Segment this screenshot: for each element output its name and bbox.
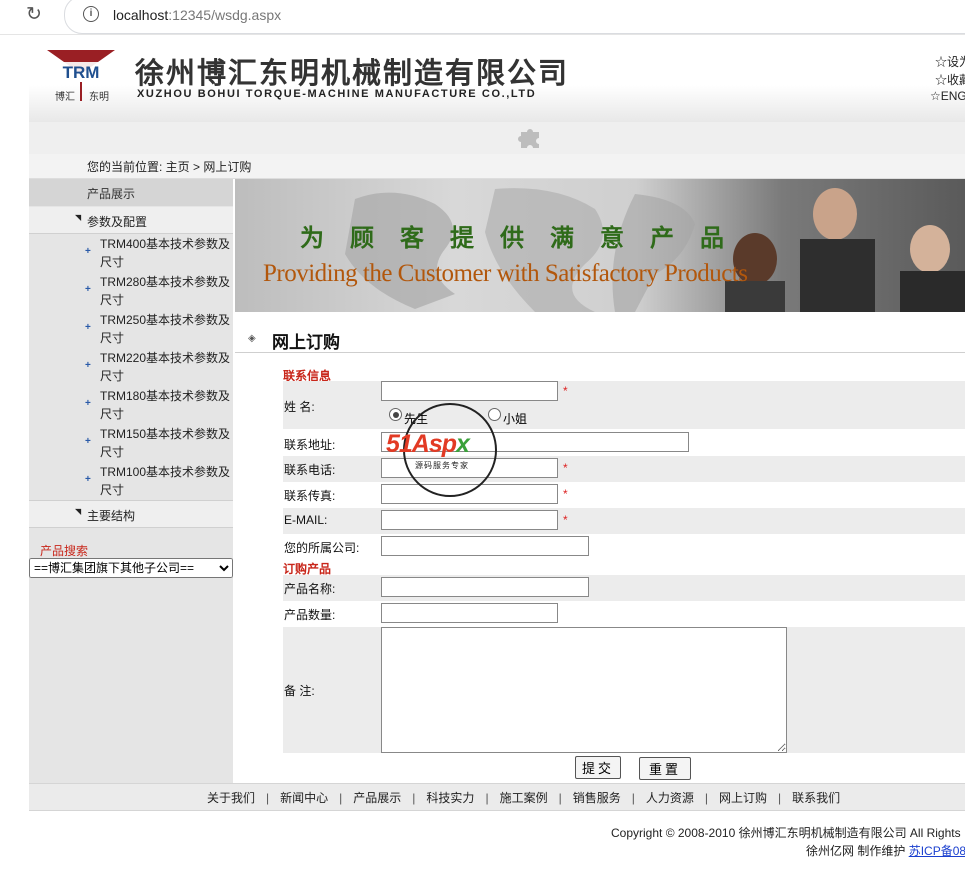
- url-path: :12345/wsdg.aspx: [168, 7, 282, 23]
- company-input[interactable]: [381, 536, 589, 556]
- footer-link-sales[interactable]: 销售服务: [573, 791, 621, 805]
- set-homepage-link[interactable]: ☆设为: [935, 53, 965, 70]
- company-label: 您的所属公司:: [284, 541, 360, 555]
- email-label: E-MAIL:: [284, 513, 328, 527]
- url-host: localhost: [113, 7, 169, 23]
- plus-icon: +: [85, 474, 91, 485]
- product-name-input[interactable]: [381, 577, 589, 597]
- page-title: 网上订购: [272, 333, 340, 352]
- sidebar-category-params[interactable]: ◥ 参数及配置: [29, 207, 233, 234]
- maintainer-label: 徐州亿网 制作维护: [806, 844, 906, 858]
- footer-link-order[interactable]: 网上订购: [719, 791, 767, 805]
- sidebar-category-label: 参数及配置: [87, 215, 148, 229]
- gender-male-radio[interactable]: [389, 408, 402, 421]
- url-text[interactable]: localhost:12345/wsdg.aspx: [113, 7, 281, 23]
- nav-separator: |: [266, 791, 270, 805]
- maintainer-text: 徐州亿网 制作维护 苏ICP备08: [806, 842, 965, 859]
- required-mark: *: [563, 461, 568, 475]
- reload-icon[interactable]: ↻: [26, 5, 46, 25]
- icp-link[interactable]: 苏ICP备08: [909, 844, 965, 858]
- phone-label: 联系电话:: [284, 463, 336, 477]
- notes-textarea[interactable]: [381, 627, 787, 753]
- name-input[interactable]: [381, 381, 558, 401]
- copyright-text: Copyright © 2008-2010 徐州博汇东明机械制造有限公司 All…: [611, 826, 961, 840]
- nav-separator: |: [778, 791, 782, 805]
- sidebar-category-structure[interactable]: ◥ 主要结构: [29, 500, 233, 528]
- sidebar-item-trm180[interactable]: TRM180基本技术参数及尺寸: [100, 387, 230, 423]
- plus-icon: +: [85, 246, 91, 257]
- arrow-icon: ◥: [75, 507, 82, 516]
- product-qty-input[interactable]: [381, 603, 558, 623]
- nav-separator: |: [412, 791, 416, 805]
- company-logo: TRM 博汇 东明: [47, 50, 115, 103]
- header-band: [29, 122, 965, 154]
- sidebar-item-trm400[interactable]: TRM400基本技术参数及尺寸: [100, 235, 230, 271]
- product-search-label: 产品搜索: [40, 544, 89, 558]
- footer-link-contact[interactable]: 联系我们: [792, 791, 840, 805]
- info-icon[interactable]: i: [83, 6, 99, 22]
- plus-icon: +: [85, 322, 91, 333]
- arrow-icon: ◥: [75, 213, 82, 222]
- gender-female-radio[interactable]: [488, 408, 501, 421]
- plus-icon: +: [85, 360, 91, 371]
- english-link[interactable]: ☆ENG: [930, 89, 965, 103]
- notes-label: 备 注:: [284, 684, 315, 698]
- footer-link-cases[interactable]: 施工案例: [500, 791, 548, 805]
- required-mark: *: [563, 384, 568, 398]
- plus-icon: +: [85, 398, 91, 409]
- reset-button[interactable]: 重置: [639, 757, 691, 780]
- bullet-icon: ◈: [248, 333, 256, 344]
- nav-separator: |: [485, 791, 489, 805]
- gender-female-label: 小姐: [503, 412, 528, 426]
- footer-nav: 关于我们 | 新闻中心 | 产品展示 | 科技实力 | 施工案例 | 销售服务 | 人力资源 | 网上订购 |…: [207, 789, 840, 806]
- watermark-logo: 51Aspx: [386, 430, 470, 459]
- footer-link-news[interactable]: 新闻中心: [280, 791, 328, 805]
- banner-slogan-cn: 为顾客提供满意产品: [300, 223, 750, 252]
- subsidiary-select[interactable]: ==博汇集团旗下其他子公司==: [29, 558, 233, 578]
- footer-link-about[interactable]: 关于我们: [207, 791, 255, 805]
- sidebar-title: 产品展示: [87, 187, 136, 201]
- banner-slogan-en: Providing the Customer with Satisfactory…: [263, 260, 748, 287]
- footer-link-products[interactable]: 产品展示: [353, 791, 401, 805]
- company-name-cn: 徐州博汇东明机械制造有限公司: [135, 56, 570, 90]
- nav-separator: |: [631, 791, 635, 805]
- watermark-brand: 51Asp: [386, 430, 457, 458]
- nav-separator: |: [704, 791, 708, 805]
- footer-link-hr[interactable]: 人力资源: [646, 791, 694, 805]
- sidebar-item-trm280[interactable]: TRM280基本技术参数及尺寸: [100, 273, 230, 309]
- address-label: 联系地址:: [284, 438, 336, 452]
- breadcrumb: 您的当前位置: 主页 > 网上订购: [87, 160, 252, 174]
- logo-sub-left: 博汇: [55, 90, 75, 103]
- logo-sub-right: 东明: [89, 90, 109, 103]
- sidebar-item-trm250[interactable]: TRM250基本技术参数及尺寸: [100, 311, 230, 347]
- add-favorite-link[interactable]: ☆收藏: [935, 71, 965, 88]
- watermark-subtitle: 源码服务专家: [415, 461, 469, 470]
- submit-button[interactable]: 提交: [575, 756, 621, 779]
- required-mark: *: [563, 513, 568, 527]
- logo-text: TRM: [63, 63, 100, 82]
- nav-separator: |: [558, 791, 562, 805]
- watermark-brand-x: x: [456, 430, 470, 458]
- product-qty-label: 产品数量:: [284, 608, 336, 622]
- sidebar-item-trm150[interactable]: TRM150基本技术参数及尺寸: [100, 425, 230, 461]
- sidebar-item-trm100[interactable]: TRM100基本技术参数及尺寸: [100, 463, 230, 499]
- sidebar-category-label: 主要结构: [87, 509, 136, 523]
- plus-icon: +: [85, 436, 91, 447]
- company-name-en: XUZHOU BOHUI TORQUE-MACHINE MANUFACTURE …: [137, 88, 537, 100]
- section-divider: [235, 352, 965, 353]
- required-mark: *: [563, 487, 568, 501]
- footer-link-technology[interactable]: 科技实力: [426, 791, 474, 805]
- product-name-label: 产品名称:: [284, 582, 336, 596]
- nav-separator: |: [339, 791, 343, 805]
- plus-icon: +: [85, 284, 91, 295]
- name-label: 姓 名:: [284, 400, 315, 414]
- fax-label: 联系传真:: [284, 489, 336, 503]
- email-input[interactable]: [381, 510, 558, 530]
- sidebar-item-trm220[interactable]: TRM220基本技术参数及尺寸: [100, 349, 230, 385]
- puzzle-icon: [518, 129, 539, 148]
